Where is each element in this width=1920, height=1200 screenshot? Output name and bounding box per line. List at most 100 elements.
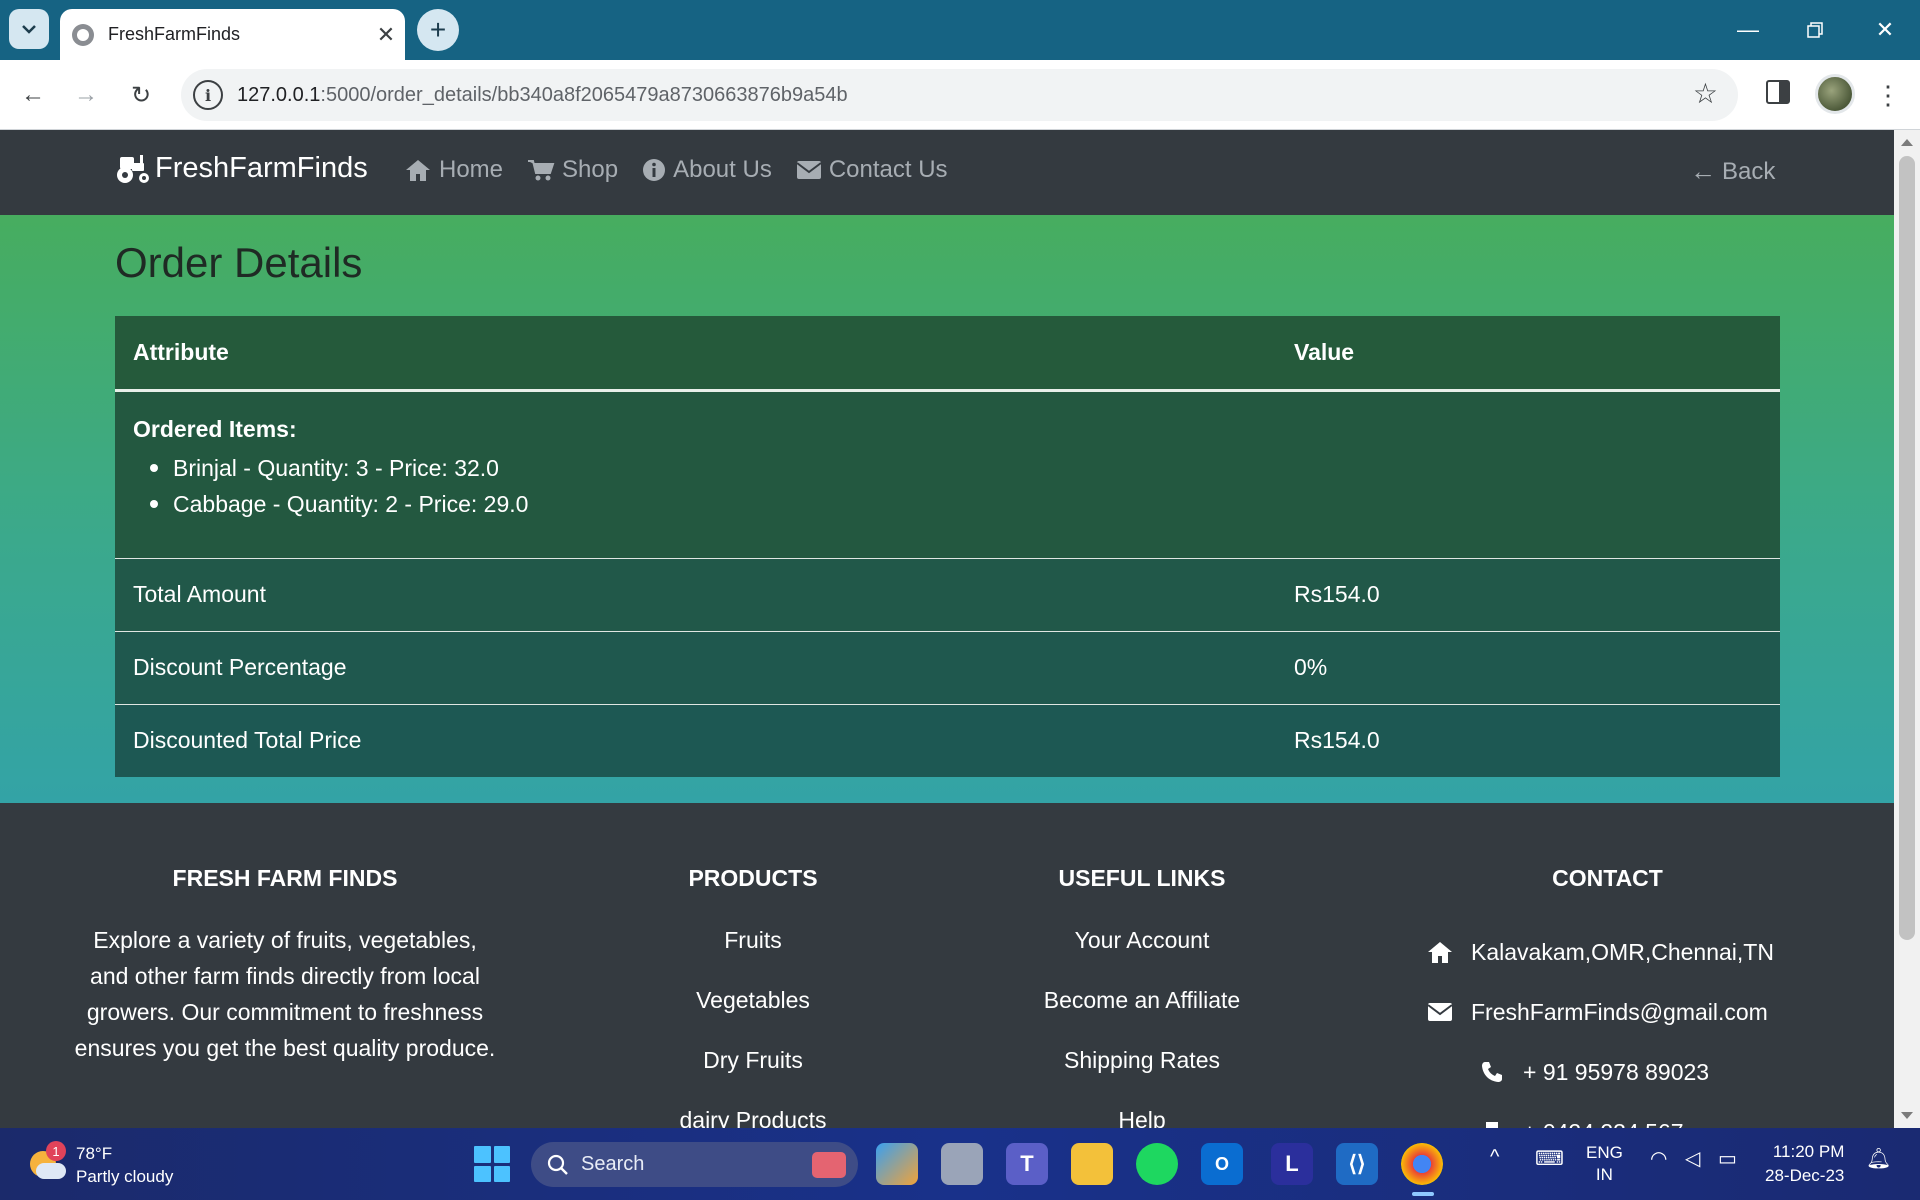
calendar-highlight-icon bbox=[812, 1152, 846, 1178]
notification-bell-icon[interactable]: 🔔︎ bbox=[1866, 1146, 1891, 1171]
taskbar-search[interactable]: Search bbox=[531, 1142, 858, 1187]
footer-link-fruits[interactable]: Fruits bbox=[628, 922, 878, 982]
total-amount-value: Rs154.0 bbox=[1276, 557, 1780, 631]
footer-link-shipping[interactable]: Shipping Rates bbox=[992, 1042, 1292, 1102]
tray-overflow-icon[interactable]: ^ bbox=[1490, 1146, 1499, 1169]
discounted-total-value: Rs154.0 bbox=[1276, 703, 1780, 777]
footer-useful-links-heading: USEFUL LINKS bbox=[1058, 865, 1226, 891]
more-menu-icon[interactable]: ⋮ bbox=[1873, 75, 1903, 115]
page-title: Order Details bbox=[115, 239, 363, 286]
scroll-up-icon[interactable] bbox=[1901, 139, 1913, 146]
profile-avatar[interactable] bbox=[1815, 74, 1855, 114]
site-info-icon[interactable]: i bbox=[193, 80, 223, 110]
notification-badge: 1 bbox=[46, 1141, 66, 1161]
browser-tab-active[interactable]: FreshFarmFinds ✕ bbox=[60, 9, 405, 60]
windows-start-icon[interactable] bbox=[474, 1146, 510, 1182]
back-link[interactable]: ← Back bbox=[1690, 156, 1775, 187]
column-header-value: Value bbox=[1276, 316, 1780, 392]
contact-phone: + 91 95978 89023 bbox=[1425, 1042, 1790, 1102]
footer-link-dry-fruits[interactable]: Dry Fruits bbox=[628, 1042, 878, 1102]
active-app-indicator bbox=[1412, 1192, 1434, 1196]
ordered-items-row: Ordered Items: Brinjal - Quantity: 3 - P… bbox=[115, 390, 1780, 558]
footer-link-account[interactable]: Your Account bbox=[992, 922, 1292, 982]
chrome-icon[interactable] bbox=[1401, 1143, 1443, 1185]
language-indicator[interactable]: ENG IN bbox=[1586, 1142, 1623, 1186]
launcher-l-icon[interactable]: L bbox=[1271, 1143, 1313, 1185]
discounted-total-label: Discounted Total Price bbox=[115, 703, 1276, 777]
bookmark-star-icon[interactable]: ☆ bbox=[1693, 77, 1718, 110]
side-panel-icon[interactable] bbox=[1766, 80, 1790, 104]
copilot-icon[interactable] bbox=[876, 1143, 918, 1185]
restore-icon[interactable] bbox=[1795, 10, 1835, 50]
globe-icon bbox=[72, 23, 94, 46]
reload-icon[interactable]: ↻ bbox=[121, 75, 161, 115]
home-icon bbox=[1425, 934, 1455, 970]
footer-link-dairy[interactable]: dairy Products bbox=[628, 1102, 878, 1128]
browser-toolbar: ← → ↻ i 127.0.0.1:5000/order_details/bb3… bbox=[0, 60, 1920, 130]
nav-shop-link[interactable]: Shop bbox=[527, 156, 618, 184]
file-explorer-icon[interactable] bbox=[1071, 1143, 1113, 1185]
discount-percentage-label: Discount Percentage bbox=[115, 630, 1276, 704]
battery-icon[interactable]: ▭ bbox=[1718, 1146, 1737, 1171]
system-clock[interactable]: 11:20 PM 28-Dec-23 bbox=[1765, 1140, 1844, 1188]
site-navbar: FreshFarmFinds Home Shop About Us Contac… bbox=[0, 130, 1894, 215]
close-window-icon[interactable]: ✕ bbox=[1865, 10, 1905, 50]
footer-contact-column: CONTACT Kalavakam,OMR,Chennai,TN FreshFa… bbox=[1425, 865, 1790, 1128]
tab-search-button[interactable] bbox=[9, 9, 49, 49]
footer-link-affiliate[interactable]: Become an Affiliate bbox=[992, 982, 1292, 1042]
search-icon bbox=[547, 1154, 568, 1175]
order-details-table: Attribute Value Ordered Items: Brinjal -… bbox=[115, 316, 1780, 777]
forward-arrow-icon[interactable]: → bbox=[66, 75, 106, 115]
list-item: Brinjal - Quantity: 3 - Price: 32.0 bbox=[150, 450, 1780, 486]
outlook-icon[interactable]: O bbox=[1201, 1143, 1243, 1185]
footer-about-column: FRESH FARM FINDS Explore a variety of fr… bbox=[72, 865, 498, 1066]
close-tab-icon[interactable]: ✕ bbox=[371, 20, 401, 50]
order-details-section: Order Details Attribute Value Ordered It… bbox=[0, 215, 1894, 803]
footer-link-vegetables[interactable]: Vegetables bbox=[628, 982, 878, 1042]
wifi-icon[interactable]: ◠ bbox=[1650, 1146, 1667, 1171]
page-scrollbar[interactable] bbox=[1894, 130, 1920, 1128]
discount-percentage-value: 0% bbox=[1276, 630, 1780, 704]
task-view-icon[interactable] bbox=[941, 1143, 983, 1185]
spotify-icon[interactable] bbox=[1136, 1143, 1178, 1185]
home-icon bbox=[406, 160, 430, 181]
footer-about-heading: FRESH FARM FINDS bbox=[172, 865, 398, 891]
scroll-down-icon[interactable] bbox=[1901, 1112, 1913, 1119]
url-text[interactable]: 127.0.0.1:5000/order_details/bb340a8f206… bbox=[237, 84, 848, 107]
left-arrow-icon: ← bbox=[1690, 156, 1716, 186]
cart-icon bbox=[528, 160, 555, 181]
info-icon bbox=[643, 159, 666, 181]
minimize-icon[interactable]: — bbox=[1728, 10, 1768, 50]
page-viewport: FreshFarmFinds Home Shop About Us Contac… bbox=[0, 130, 1894, 1128]
phone-icon bbox=[1477, 1054, 1507, 1090]
volume-icon[interactable]: ◁ bbox=[1685, 1146, 1700, 1171]
back-arrow-icon[interactable]: ← bbox=[13, 75, 53, 115]
vscode-icon[interactable]: ⟨⟩ bbox=[1336, 1143, 1378, 1185]
scroll-thumb[interactable] bbox=[1899, 156, 1915, 940]
keyboard-icon[interactable]: ⌨ bbox=[1535, 1146, 1564, 1171]
nav-about-link[interactable]: About Us bbox=[642, 156, 772, 184]
envelope-icon bbox=[1425, 994, 1455, 1030]
footer-contact-heading: CONTACT bbox=[1552, 865, 1663, 891]
nav-home-link[interactable]: Home bbox=[404, 156, 503, 184]
nav-contact-link[interactable]: Contact Us bbox=[796, 156, 948, 184]
contact-address: Kalavakam,OMR,Chennai,TN bbox=[1425, 922, 1790, 982]
column-header-attribute: Attribute bbox=[115, 316, 1276, 392]
footer-link-help[interactable]: Help bbox=[992, 1102, 1292, 1128]
brand-logo[interactable]: FreshFarmFinds bbox=[114, 152, 368, 185]
envelope-icon bbox=[796, 161, 822, 179]
new-tab-button[interactable]: + bbox=[417, 9, 459, 51]
ordered-items-label: Ordered Items: bbox=[133, 415, 297, 442]
nav-links: Home Shop About Us Contact Us bbox=[404, 156, 972, 184]
chevron-down-icon bbox=[22, 25, 36, 34]
teams-icon[interactable]: T bbox=[1006, 1143, 1048, 1185]
browser-tab-strip: FreshFarmFinds ✕ + — ✕ bbox=[0, 0, 1920, 60]
weather-widget[interactable]: 1 78°F Partly cloudy bbox=[26, 1141, 173, 1188]
ordered-items-cell: Ordered Items: Brinjal - Quantity: 3 - P… bbox=[115, 390, 1780, 558]
partly-cloudy-icon: 1 bbox=[26, 1141, 66, 1185]
weather-temperature: 78°F bbox=[76, 1144, 113, 1163]
contact-email: FreshFarmFinds@gmail.com bbox=[1425, 982, 1790, 1042]
tractor-icon bbox=[117, 154, 149, 183]
address-bar[interactable]: i 127.0.0.1:5000/order_details/bb340a8f2… bbox=[181, 69, 1738, 121]
table-row: Discount Percentage 0% bbox=[115, 630, 1780, 704]
